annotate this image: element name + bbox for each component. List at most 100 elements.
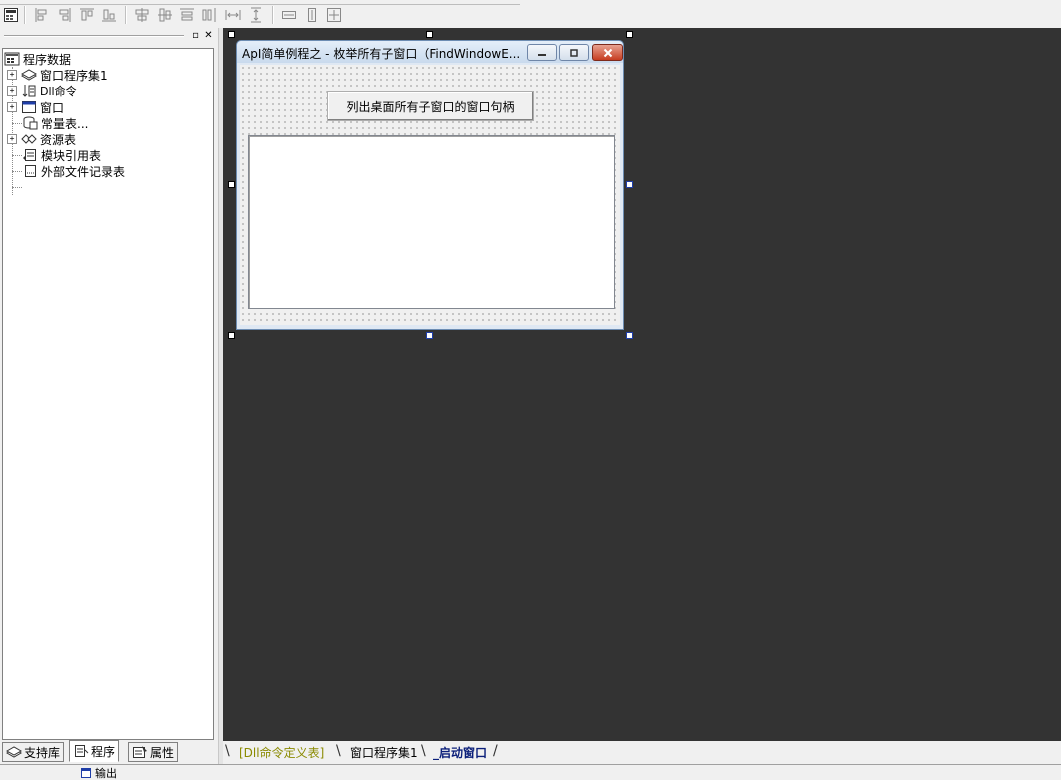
form-designer-canvas[interactable]: ApI简单例程之 - 枚举所有子窗口（FindWindowE... 列出桌面所有…: [223, 28, 1061, 741]
tree-item-label: 窗口: [40, 100, 65, 115]
minimize-icon: [538, 53, 546, 56]
same-width-icon[interactable]: [178, 7, 196, 23]
tree-connector: [12, 187, 22, 189]
tab-divider: /: [493, 743, 498, 759]
tree-item-resources[interactable]: + 资源表: [7, 131, 76, 147]
panel-pin-icon[interactable]: ▫: [190, 30, 201, 41]
close-button[interactable]: [592, 44, 623, 61]
output-tabs-strip: 输出: [0, 764, 1061, 780]
tab-output[interactable]: 输出: [80, 766, 117, 780]
tab-label: 程序: [91, 744, 116, 759]
vertical-spacing-icon[interactable]: [247, 7, 265, 23]
align-left-icon[interactable]: [33, 7, 51, 23]
tab-startup-window[interactable]: _启动窗口: [433, 744, 487, 761]
resize-handle-right[interactable]: [626, 181, 633, 188]
tree-item-label: 窗口程序集1: [40, 68, 108, 83]
resize-handle-bottom-right[interactable]: [626, 332, 633, 339]
resize-handle-top-right[interactable]: [626, 31, 633, 38]
maximize-icon: [570, 48, 578, 57]
align-top-icon[interactable]: [78, 7, 96, 23]
program-icon: [75, 745, 89, 757]
maximize-button[interactable]: [559, 44, 589, 61]
tree-connector: [12, 123, 22, 125]
center-horizontal-icon[interactable]: [133, 7, 151, 23]
resize-handle-bottom[interactable]: [426, 332, 433, 339]
expand-plus-icon[interactable]: +: [7, 86, 17, 96]
external-file-icon: [25, 165, 36, 177]
resize-handle-bottom-left[interactable]: [228, 332, 235, 339]
tab-divider: \: [225, 743, 230, 759]
horizontal-spacing-icon[interactable]: [224, 7, 242, 23]
form-client-area[interactable]: 列出桌面所有子窗口的窗口句柄: [240, 65, 620, 325]
tab-label: 支持库: [24, 745, 61, 760]
assembly-stack-icon: [21, 69, 37, 81]
panel-tabs: 支持库 程序 属性: [0, 740, 218, 764]
editor-tabs: \ [Dll命令定义表] \ 窗口程序集1 \ _启动窗口 /: [223, 741, 1061, 763]
toolbar-top-edge: [0, 0, 520, 5]
panel-titlebar: ▫ ✕: [0, 28, 218, 44]
center-in-form-horizontal-icon[interactable]: [280, 7, 298, 23]
startup-form-window[interactable]: ApI简单例程之 - 枚举所有子窗口（FindWindowE... 列出桌面所有…: [236, 40, 624, 330]
panel-close-icon[interactable]: ✕: [203, 30, 214, 41]
tab-properties[interactable]: 属性: [128, 742, 179, 762]
tab-label: 属性: [150, 745, 175, 760]
tree-root-label: 程序数据: [23, 52, 72, 67]
align-right-icon[interactable]: [55, 7, 73, 23]
form-layout-icon[interactable]: [2, 7, 20, 23]
tab-divider: \: [421, 743, 426, 759]
tree-item-windows[interactable]: + 窗口: [7, 99, 64, 115]
center-in-form-icon[interactable]: [325, 7, 343, 23]
tab-divider: \: [336, 743, 341, 759]
resources-icon: [21, 134, 37, 144]
window-icon: [22, 101, 36, 113]
tree-connector: [12, 155, 22, 157]
toolbar-separator: [24, 6, 26, 24]
panel-grip[interactable]: [4, 35, 184, 37]
project-tree: 程序数据 + 窗口程序集1 + Dll命令 + 窗口 常量表... + 资源表: [2, 48, 214, 740]
tab-window-assembly[interactable]: 窗口程序集1: [350, 744, 418, 761]
project-panel: ▫ ✕ 程序数据 + 窗口程序集1 + Dll命令 + 窗口 常量表... + …: [0, 28, 218, 764]
toolbar-separator: [125, 6, 127, 24]
expand-plus-icon[interactable]: +: [7, 134, 17, 144]
list-child-windows-button[interactable]: 列出桌面所有子窗口的窗口句柄: [327, 91, 534, 121]
align-bottom-icon[interactable]: [100, 7, 118, 23]
resize-handle-top-left[interactable]: [228, 31, 235, 38]
tab-output-label: 输出: [95, 767, 117, 780]
close-icon: [603, 48, 612, 57]
dll-command-icon: [22, 85, 36, 97]
tree-item-constants[interactable]: 常量表...: [22, 115, 88, 131]
center-vertical-icon[interactable]: [156, 7, 174, 23]
toolbar-separator: [272, 6, 274, 24]
tree-item-label: 资源表: [40, 132, 77, 147]
properties-icon: [133, 746, 147, 758]
tree-item-label: 模块引用表: [41, 148, 102, 163]
form-title: ApI简单例程之 - 枚举所有子窗口（FindWindowE...: [242, 47, 521, 61]
tab-program[interactable]: 程序: [69, 740, 120, 762]
center-in-form-vertical-icon[interactable]: [303, 7, 321, 23]
support-library-icon: [6, 746, 22, 758]
tree-item-label: 外部文件记录表: [41, 164, 126, 179]
same-height-icon[interactable]: [200, 7, 218, 23]
tree-root[interactable]: 程序数据: [4, 51, 71, 67]
tree-item-label: Dll命令: [40, 85, 77, 98]
output-icon: [81, 768, 91, 778]
tab-dll-command-table[interactable]: [Dll命令定义表]: [239, 744, 324, 761]
tree-connector: [12, 171, 22, 173]
alignment-toolbar: [0, 0, 1061, 29]
window-handle-listbox[interactable]: [248, 135, 615, 309]
constants-table-icon: [23, 116, 38, 130]
program-data-icon: [4, 52, 20, 66]
form-titlebar[interactable]: ApI简单例程之 - 枚举所有子窗口（FindWindowE...: [237, 41, 623, 63]
module-reference-icon: [23, 149, 36, 161]
tree-item-module-references[interactable]: 模块引用表: [22, 147, 101, 163]
resize-handle-top[interactable]: [426, 31, 433, 38]
tree-item-label: 常量表...: [41, 116, 89, 131]
resize-handle-left[interactable]: [228, 181, 235, 188]
tree-item-assembly[interactable]: + 窗口程序集1: [7, 67, 108, 83]
tree-item-dll-commands[interactable]: + Dll命令: [7, 83, 77, 99]
tree-item-external-files[interactable]: 外部文件记录表: [22, 163, 125, 179]
expand-plus-icon[interactable]: +: [7, 70, 17, 80]
tab-support-library[interactable]: 支持库: [2, 742, 65, 762]
expand-plus-icon[interactable]: +: [7, 102, 17, 112]
minimize-button[interactable]: [527, 44, 557, 61]
